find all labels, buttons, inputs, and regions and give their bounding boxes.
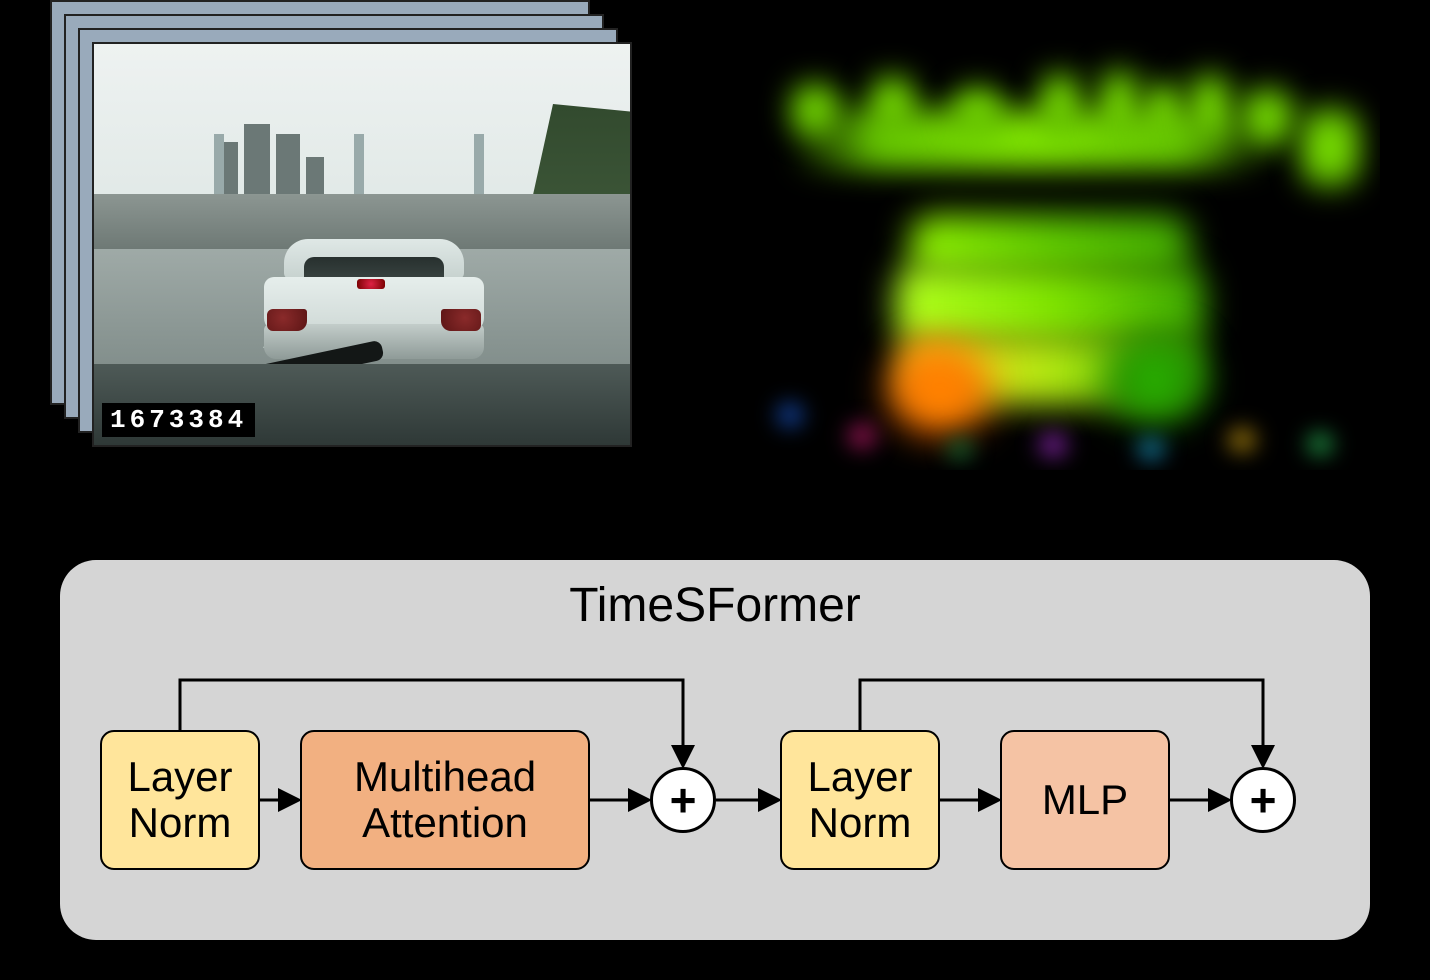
block-mlp: MLP <box>1000 730 1170 870</box>
block-add-1: + <box>650 767 716 833</box>
activation-vehicle <box>900 215 1200 425</box>
frame-timestamp: 1673384 <box>102 403 255 437</box>
timesformer-block-diagram: TimeSFormer Layer Norm Multihead Attenti… <box>60 560 1370 940</box>
dashcam-scene: 1673384 <box>94 44 630 445</box>
block-multihead-attention: Multihead Attention <box>300 730 590 870</box>
diagram-title: TimeSFormer <box>60 578 1370 633</box>
video-frame-front: 1673384 <box>92 42 632 447</box>
video-frame-stack: 1673384 <box>50 0 640 460</box>
activation-speck <box>770 400 810 430</box>
block-layer-norm-1: Layer Norm <box>100 730 260 870</box>
figure-inputs-row: 1673384 <box>0 0 1430 520</box>
block-layer-norm-2: Layer Norm <box>780 730 940 870</box>
block-add-2: + <box>1230 767 1296 833</box>
activation-map <box>700 40 1380 470</box>
